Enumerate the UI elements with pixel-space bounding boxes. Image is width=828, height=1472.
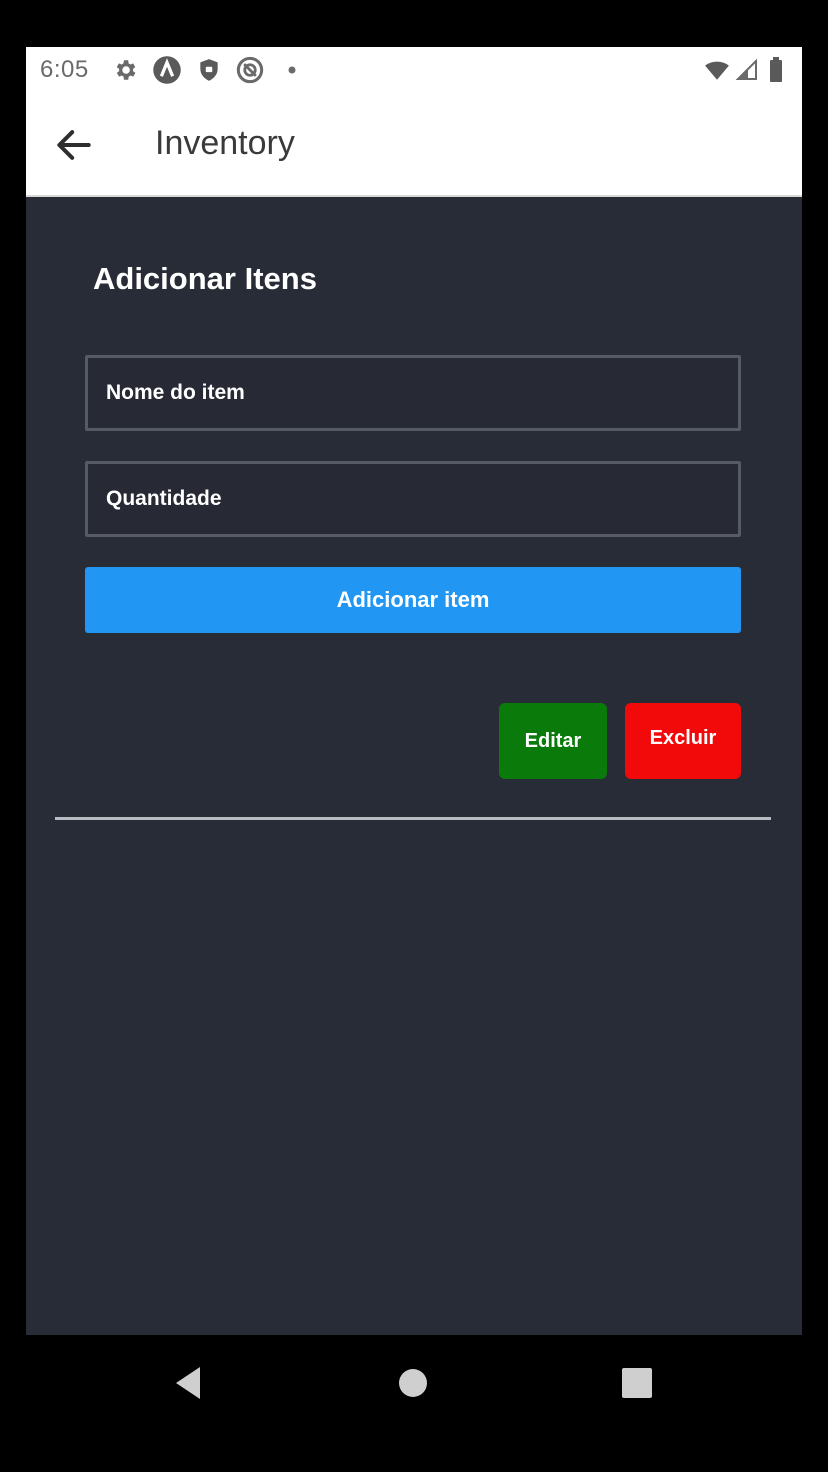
system-nav-bar <box>0 1335 828 1472</box>
quantity-field <box>85 461 741 537</box>
divider <box>55 817 771 820</box>
signal-icon <box>735 58 757 80</box>
app-bar: Inventory <box>26 93 802 197</box>
battery-icon <box>770 57 782 82</box>
sync-icon <box>236 56 264 84</box>
dot-icon <box>288 66 296 74</box>
app-screen: 6:05 Inventory Adicionar Itens Nome do i… <box>26 47 802 1335</box>
status-bar: 6:05 <box>26 47 802 93</box>
item-name-input[interactable] <box>88 358 738 428</box>
delete-button[interactable]: Excluir <box>625 703 741 779</box>
status-time: 6:05 <box>40 56 89 83</box>
edit-button[interactable]: Editar <box>499 703 607 779</box>
arrow-left-icon[interactable] <box>52 123 96 167</box>
settings-icon <box>116 60 136 80</box>
add-item-button[interactable]: Adicionar item <box>85 567 741 633</box>
quantity-input[interactable] <box>88 464 738 534</box>
item-name-field <box>85 355 741 431</box>
home-circle-icon[interactable] <box>389 1359 437 1407</box>
device-frame: 6:05 Inventory Adicionar Itens Nome do i… <box>0 0 828 1472</box>
page-heading: Adicionar Itens <box>93 261 317 296</box>
wifi-icon <box>705 61 729 80</box>
app-a-icon <box>153 56 181 84</box>
app-title: Inventory <box>155 124 295 162</box>
recents-square-icon[interactable] <box>613 1359 661 1407</box>
shield-icon <box>200 59 218 81</box>
back-triangle-icon[interactable] <box>164 1359 212 1407</box>
